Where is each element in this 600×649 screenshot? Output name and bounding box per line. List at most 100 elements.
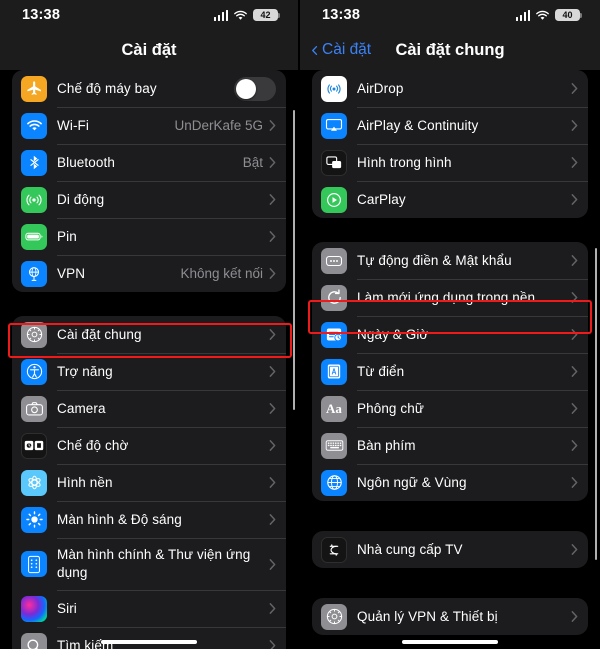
left-status-bar: 13:38 42 xyxy=(0,0,298,30)
list-item-background-app-refresh[interactable]: Làm mới ứng dụng trong nền xyxy=(312,279,588,316)
list-item-picture-in-picture[interactable]: Hình trong hình xyxy=(312,144,588,181)
chevron-right-icon xyxy=(571,611,578,622)
chevron-right-icon xyxy=(269,157,276,168)
list-item-label: Quản lý VPN & Thiết bị xyxy=(357,608,498,624)
list-item-general-settings[interactable]: Cài đặt chung xyxy=(12,316,286,353)
list-item-label: Siri xyxy=(57,600,77,616)
chevron-right-icon xyxy=(571,194,578,205)
list-item-label: Làm mới ứng dụng trong nền xyxy=(357,289,536,305)
language-region-icon xyxy=(321,469,347,496)
list-item-label: Bluetooth xyxy=(57,154,115,170)
list-item-dictionary[interactable]: Từ điển xyxy=(312,353,588,390)
list-item-label: Wi-Fi xyxy=(57,117,89,133)
battery-icon: 40 xyxy=(555,8,583,22)
battery-percentage: 42 xyxy=(260,9,271,20)
list-item-label: VPN xyxy=(57,265,86,281)
chevron-right-icon xyxy=(571,255,578,266)
battery-icon xyxy=(21,223,47,250)
settings-group-media: AirDrop AirPlay & Continuity Hình trong … xyxy=(312,70,588,218)
list-item-label: Nhà cung cấp TV xyxy=(357,541,463,557)
list-item-search[interactable]: Tìm kiếm xyxy=(12,627,286,649)
battery-percentage: 40 xyxy=(562,9,573,20)
list-item-keyboard[interactable]: Bàn phím xyxy=(312,427,588,464)
list-item-date-time[interactable]: Ngày & Giờ xyxy=(312,316,588,353)
chevron-right-icon xyxy=(269,329,276,340)
list-item-label: Hình trong hình xyxy=(357,154,452,170)
list-item-airdrop[interactable]: AirDrop xyxy=(312,70,588,107)
list-item-tv-provider[interactable]: Nhà cung cấp TV xyxy=(312,531,588,568)
home-screen-icon xyxy=(21,551,47,577)
list-item-wifi[interactable]: Wi-Fi UnDerKafe 5G xyxy=(12,107,286,144)
list-item-label: Pin xyxy=(57,228,77,244)
chevron-right-icon xyxy=(571,292,578,303)
list-item-airplay-continuity[interactable]: AirPlay & Continuity xyxy=(312,107,588,144)
list-item-siri[interactable]: Siri xyxy=(12,590,286,627)
list-item-label: Cài đặt chung xyxy=(57,326,142,342)
bluetooth-icon xyxy=(21,149,47,176)
list-item-label: Màn hình chính & Thư viện ứng dụng xyxy=(57,547,251,580)
dual-phone-screenshot: 13:38 42 Cài đặt Chế độ máy bay Wi-Fi Un… xyxy=(0,0,600,649)
list-item-label: Ngôn ngữ & Vùng xyxy=(357,474,467,490)
standby-icon xyxy=(21,432,47,459)
list-item-value: UnDerKafe 5G xyxy=(174,118,263,133)
status-bar-indicators: 40 xyxy=(515,8,583,22)
back-button[interactable]: Cài đặt xyxy=(310,41,371,59)
left-settings-list[interactable]: Chế độ máy bay Wi-Fi UnDerKafe 5G Blueto xyxy=(0,70,298,649)
list-item-label: Chế độ máy bay xyxy=(57,80,157,96)
list-item-battery[interactable]: Pin xyxy=(12,218,286,255)
accessibility-icon xyxy=(21,358,47,385)
list-item-label: AirPlay & Continuity xyxy=(357,117,479,133)
vpn-globe-icon xyxy=(21,260,47,287)
list-item-wallpaper[interactable]: Hình nền xyxy=(12,464,286,501)
search-icon xyxy=(21,632,47,649)
background-refresh-icon xyxy=(321,284,347,311)
airdrop-icon xyxy=(321,75,347,102)
list-item-autofill-passwords[interactable]: Tự động điền & Mật khẩu xyxy=(312,242,588,279)
settings-group-tv-provider: Nhà cung cấp TV xyxy=(312,531,588,568)
list-item-camera[interactable]: Camera xyxy=(12,390,286,427)
home-indicator xyxy=(101,640,197,644)
airplane-mode-toggle[interactable] xyxy=(234,76,276,101)
list-item-label: Hình nền xyxy=(57,474,113,490)
date-time-icon xyxy=(321,321,347,348)
list-item-value: Không kết nối xyxy=(180,266,263,281)
list-item-vpn-device-management[interactable]: Quản lý VPN & Thiết bị xyxy=(312,598,588,635)
settings-group-general: Tự động điền & Mật khẩu Làm mới ứng dụng… xyxy=(312,242,588,501)
vpn-device-management-icon xyxy=(321,603,347,630)
list-item-label: Di động xyxy=(57,191,105,207)
picture-in-picture-icon xyxy=(321,149,347,176)
cellular-icon xyxy=(21,186,47,213)
settings-group-connectivity: Chế độ máy bay Wi-Fi UnDerKafe 5G Blueto xyxy=(12,70,286,292)
left-scrollbar[interactable] xyxy=(292,110,295,410)
list-item-display-brightness[interactable]: Màn hình & Độ sáng xyxy=(12,501,286,538)
chevron-right-icon xyxy=(269,640,276,649)
right-scrollbar[interactable] xyxy=(594,248,597,560)
page-title: Cài đặt xyxy=(121,40,177,59)
right-settings-list[interactable]: AirDrop AirPlay & Continuity Hình trong … xyxy=(300,70,600,649)
list-item-standby[interactable]: Chế độ chờ xyxy=(12,427,286,464)
list-item-fonts[interactable]: Aa Phông chữ xyxy=(312,390,588,427)
list-item-label: Tự động điền & Mật khẩu xyxy=(357,252,512,268)
list-item-carplay[interactable]: CarPlay xyxy=(312,181,588,218)
list-item-vpn[interactable]: VPN Không kết nối xyxy=(12,255,286,292)
list-item-home-screen-app-library[interactable]: Màn hình chính & Thư viện ứng dụng xyxy=(12,538,286,590)
page-title: Cài đặt chung xyxy=(395,40,505,59)
list-item-accessibility[interactable]: Trợ năng xyxy=(12,353,286,390)
cellular-signal-icon xyxy=(515,9,530,21)
list-item-airplane-mode[interactable]: Chế độ máy bay xyxy=(12,70,286,107)
right-status-bar: 13:38 40 xyxy=(300,0,600,30)
chevron-right-icon xyxy=(571,403,578,414)
brightness-icon xyxy=(21,506,47,533)
left-nav-bar: Cài đặt xyxy=(0,30,298,70)
left-phone-screen: 13:38 42 Cài đặt Chế độ máy bay Wi-Fi Un… xyxy=(0,0,300,649)
list-item-bluetooth[interactable]: Bluetooth Bật xyxy=(12,144,286,181)
chevron-left-icon xyxy=(312,45,318,55)
cellular-signal-icon xyxy=(213,9,228,21)
list-item-language-region[interactable]: Ngôn ngữ & Vùng xyxy=(312,464,588,501)
list-item-cellular[interactable]: Di động xyxy=(12,181,286,218)
chevron-right-icon xyxy=(269,194,276,205)
chevron-right-icon xyxy=(269,366,276,377)
